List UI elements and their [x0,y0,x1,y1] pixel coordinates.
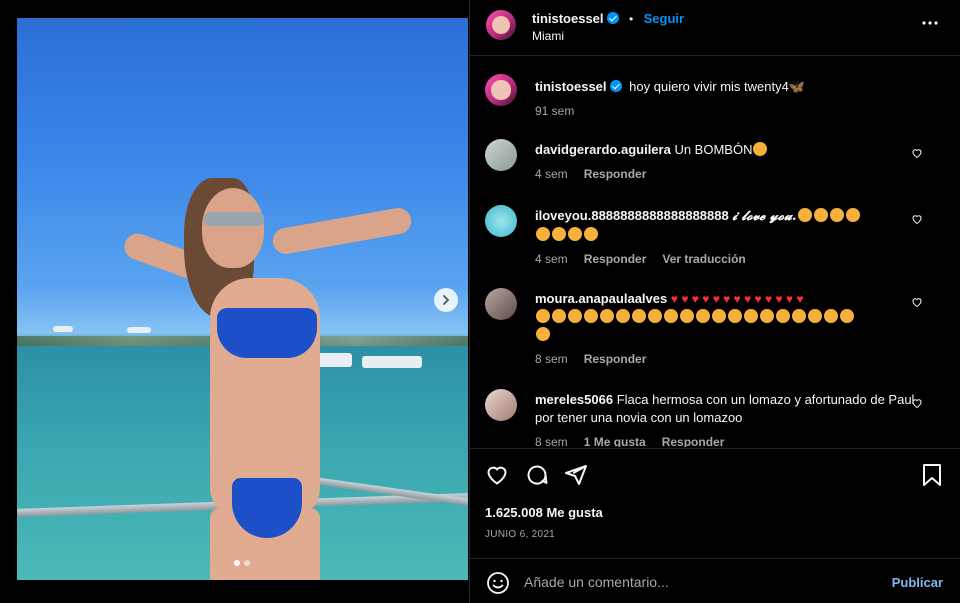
heart-eyes-emoji-row [535,309,855,342]
butterfly-emoji-icon: 🦋 [788,79,806,94]
hearts-emoji-row: ♥ ♥ ♥ ♥ ♥ ♥ ♥ ♥ ♥ ♥ ♥ ♥ ♥ [670,292,804,306]
comment-username[interactable]: iloveyou.8888888888888888888 [535,208,729,223]
likes-count[interactable]: 1.625.008 Me gusta [485,505,603,520]
carousel-dot-active [234,560,240,566]
separator-dot: • [628,12,634,26]
commenter-avatar[interactable] [485,205,517,237]
translate-button[interactable]: Ver traducción [662,250,745,268]
photo-boat [53,326,73,332]
comment-text: 𝓲 𝓵𝓸𝓿𝓮 𝔂𝓸𝓾. [732,209,797,224]
emoji-picker-icon[interactable] [486,571,510,595]
author-avatar[interactable] [486,10,516,40]
post-date: JUNIO 6, 2021 [485,529,556,540]
reply-button[interactable]: Responder [584,250,647,268]
commenter-avatar[interactable] [485,139,517,171]
comment-time: 4 sem [535,167,568,181]
photo-person [120,178,414,580]
caption-username[interactable]: tinistoessel [535,79,607,94]
caption-time: 91 sem [535,104,575,118]
reply-button[interactable]: Responder [662,433,725,447]
caption-text: hoy quiero vivir mis twenty4 [629,79,789,94]
commenter-avatar[interactable] [485,288,517,320]
add-comment-bar: Publicar [470,558,960,603]
follow-button[interactable]: Seguir [644,11,684,26]
reply-button[interactable]: Responder [584,350,647,368]
commenter-avatar[interactable] [485,389,517,421]
comment-time: 8 sem [535,352,568,366]
location-label[interactable]: Miami [532,29,564,43]
comment-username[interactable]: moura.anapaulaalves [535,291,667,306]
carousel-next-button[interactable] [434,288,458,312]
verified-badge-icon [606,12,619,24]
like-heart-icon[interactable] [485,463,509,487]
chevron-right-icon [443,295,450,305]
verified-badge-icon [609,80,622,92]
carousel-indicator [234,560,250,566]
comment-username[interactable]: mereles5066 [535,392,613,407]
comment-time: 8 sem [535,435,568,447]
carousel-dot [244,560,250,566]
comment-like-heart-icon[interactable] [911,213,923,225]
author-avatar[interactable] [485,74,517,106]
heart-eyes-emoji-icon [753,142,768,156]
post-side-panel: tinistoessel • Seguir Miami tinistoessel… [469,0,960,603]
post-media-area [0,0,469,603]
photo-boat [362,356,422,368]
comment-like-heart-icon[interactable] [911,397,923,409]
comment-input[interactable] [524,572,884,592]
publish-button[interactable]: Publicar [892,575,943,590]
comment-like-heart-icon[interactable] [911,147,923,159]
comment-like-heart-icon[interactable] [911,296,923,308]
comment-username[interactable]: davidgerardo.aguilera [535,142,671,157]
comments-list[interactable]: tinistoessel hoy quiero vivir mis twenty… [470,57,960,447]
post-actions-bar: 1.625.008 Me gusta JUNIO 6, 2021 [470,448,960,558]
reply-button[interactable]: Responder [584,165,647,183]
comment-bubble-icon[interactable] [525,463,549,487]
share-send-icon[interactable] [564,463,588,487]
comment-time: 4 sem [535,252,568,266]
more-options-icon[interactable] [921,14,939,37]
save-bookmark-icon[interactable] [921,463,943,487]
post-photo[interactable] [17,18,468,580]
post-header: tinistoessel • Seguir Miami [470,0,960,56]
author-username[interactable]: tinistoessel [532,11,604,26]
comment-likes-count[interactable]: 1 Me gusta [584,433,646,447]
comment-text: Un BOMBÓN [674,142,753,157]
